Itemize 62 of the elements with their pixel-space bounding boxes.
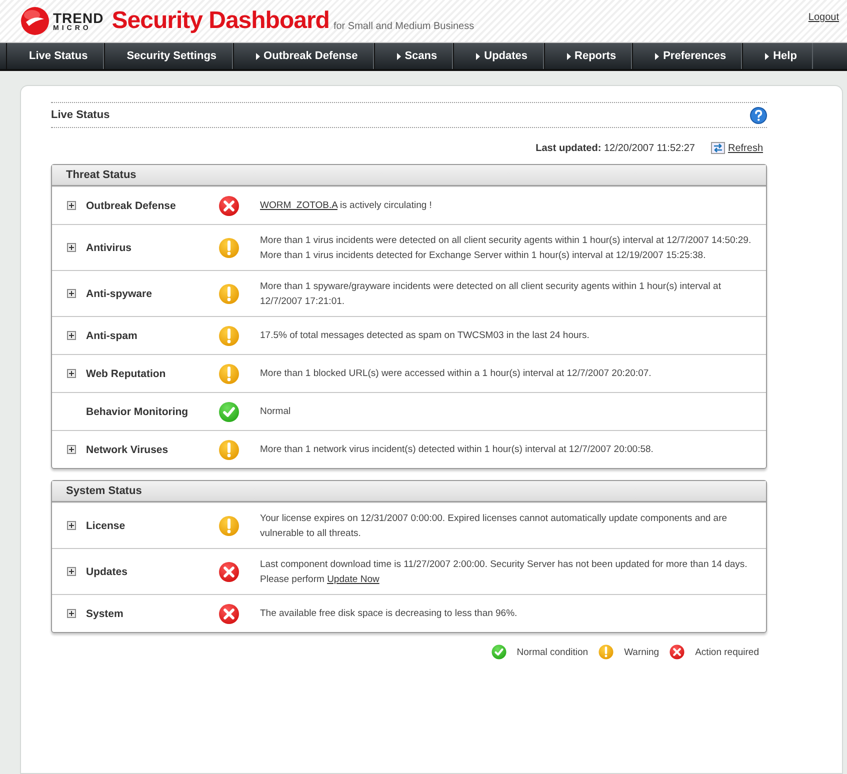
- refresh-icon: [710, 142, 725, 154]
- status-message: More than 1 network virus incident(s) detected within 1 hour(s) interval at 12/7/2007 20:00:58.: [260, 443, 654, 457]
- status-message: 17.5% of total messages detected as spam on TWCSM03 in the last 24 hours.: [260, 329, 590, 343]
- nav-menu-item[interactable]: Help: [742, 43, 813, 69]
- status-label: Web Reputation: [86, 368, 167, 380]
- logo-text: TREND: [53, 10, 104, 24]
- message-link[interactable]: WORM_ZOTOB.A: [260, 200, 338, 211]
- nav-menu-item[interactable]: Outbreak Defense: [232, 43, 374, 69]
- status-label: System: [86, 608, 124, 620]
- nav-menu-item[interactable]: Scans: [374, 43, 454, 69]
- status-message: More than 1 spyware/grayware incidents were detected on all client security agents within 1 hour(s) interval at 12/7/2007 17:21:01.: [260, 280, 722, 308]
- logout-link[interactable]: Logout: [808, 12, 839, 23]
- nav-menu-item[interactable]: Updates: [453, 43, 544, 69]
- expand-icon[interactable]: [66, 289, 76, 298]
- refresh-link[interactable]: Refresh: [710, 142, 763, 154]
- nav-menu-item[interactable]: Preferences: [632, 43, 742, 69]
- message-link[interactable]: Update Now: [327, 574, 380, 584]
- triangle-icon: [566, 52, 571, 60]
- expand-icon[interactable]: [66, 331, 76, 340]
- status-label: Anti-spam: [86, 330, 138, 342]
- last-updated-text: Last updated: 12/20/2007 11:52:27: [536, 142, 695, 154]
- triangle-icon: [765, 52, 770, 60]
- expand-icon[interactable]: [66, 567, 76, 576]
- legend-label: Action required: [695, 646, 759, 658]
- expand-icon[interactable]: [66, 445, 76, 454]
- panel-header: Threat Status: [52, 165, 766, 186]
- status-message: Last component download time is 11/27/2007 2:00:00. Security Server has not been updated for more than 14 days.: [260, 558, 748, 572]
- expand-icon[interactable]: [66, 243, 76, 252]
- triangle-icon: [655, 52, 660, 60]
- status-message: Normal: [260, 405, 292, 419]
- status-label: Network Viruses: [86, 444, 170, 456]
- legend-label: Warning: [624, 646, 660, 658]
- expand-icon[interactable]: [66, 369, 76, 378]
- page-title: Live Status: [51, 109, 110, 121]
- nav-menu-item[interactable]: Live Status: [6, 43, 104, 69]
- help-icon[interactable]: [750, 106, 767, 124]
- triangle-icon: [476, 52, 480, 60]
- nav-menu-item[interactable]: Security Settings: [104, 43, 233, 69]
- status-label: Antivirus: [86, 242, 133, 254]
- status-message: More than 1 virus incidents detected for Exchange Server within 1 hour(s) interval at 12/19/2007 15:25:38.: [260, 248, 707, 262]
- panel-header: System Status: [52, 481, 766, 502]
- expand-icon[interactable]: [66, 201, 76, 210]
- status-message: Please perform Update Now: [260, 572, 380, 586]
- status-message: More than 1 virus incidents were detected on all client security agents within 1 hour(s) interval at 12/7/2007 14:50:29.: [260, 234, 752, 248]
- status-label: Behavior Monitoring: [86, 406, 190, 418]
- status-label: Updates: [86, 566, 128, 578]
- expand-icon[interactable]: [66, 609, 76, 618]
- nav-menu-item[interactable]: Reports: [544, 43, 632, 69]
- app-subtitle: for Small and Medium Business: [333, 21, 474, 32]
- app-title: Security Dashboard: [112, 7, 330, 35]
- status-message: More than 1 blocked URL(s) were accessed within a 1 hour(s) interval at 12/7/2007 20:20:07.: [260, 367, 652, 381]
- expand-icon[interactable]: [66, 521, 76, 530]
- logo-ball-icon: [20, 6, 50, 36]
- triangle-icon: [256, 52, 260, 60]
- legend-label: Normal condition: [516, 646, 588, 658]
- status-label: Outbreak Defense: [86, 200, 177, 212]
- status-message: The available free disk space is decreasing to less than 96%.: [260, 607, 518, 621]
- status-label: Anti-spyware: [86, 288, 153, 300]
- status-message: Your license expires on 12/31/2007 0:00:00. Expired licenses cannot automatically update components and are vulnerable to all threats.: [260, 512, 728, 540]
- status-message: WORM_ZOTOB.A is actively circulating !: [260, 199, 433, 213]
- status-label: License: [86, 520, 126, 532]
- triangle-icon: [396, 52, 401, 60]
